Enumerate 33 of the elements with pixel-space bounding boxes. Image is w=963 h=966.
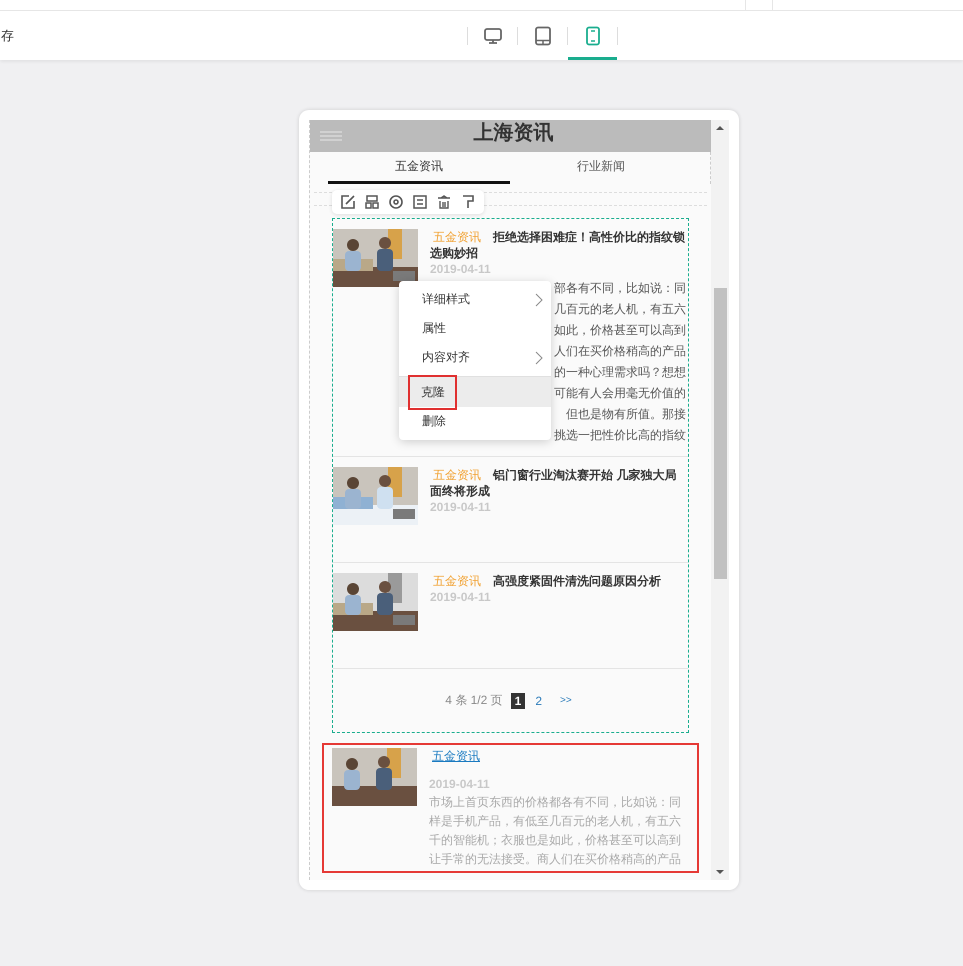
category-link[interactable]: 五金资讯 [432, 748, 687, 765]
menu-item[interactable]: 克隆 [399, 376, 551, 407]
chevron-right-icon [535, 350, 543, 364]
menu-item[interactable]: 属性 [399, 314, 551, 343]
news-title[interactable]: 五金资讯 铝门窗行业淘汰赛开始 几家独大局面终将形成 [430, 467, 686, 499]
news-excerpt: 部各有不同，比如说：同 几百元的老人机，有五六 如此，价格甚至可以高到 人们在买价格稍高的产品 的一种心理需求吗？想想 可能有人会用毫无价值的 但也是物有所值。那接 挑选一把性价比高的指纹 [554, 280, 686, 444]
news-excerpt: 市场上首页东西的价格都各有不同，比如说：同 样是手机产品，有低至几百元的老人机，有五六 千的智能机；衣服也是如此，价格甚至可以高到 让手常的无法接受。商人们在买价格稍高的产品 [429, 794, 682, 868]
menu-item[interactable]: 详细样式 [399, 285, 551, 314]
news-title[interactable]: 五金资讯 拒绝选择困难症！高性价比的指纹锁选购妙招 [430, 229, 686, 261]
chevron-right-icon [535, 292, 543, 306]
page-summary: 4 条 1/2 页 [445, 692, 503, 709]
tablet-icon [532, 26, 552, 46]
page-link[interactable]: 2 [531, 692, 546, 708]
edit-icon[interactable] [340, 194, 356, 210]
site-title: 上海资讯 [474, 120, 554, 146]
settings-icon[interactable] [388, 194, 404, 210]
news-title[interactable]: 五金资讯 高强度紧固件清洗问题原因分析 [430, 573, 686, 589]
monitor-icon [482, 26, 502, 46]
category-tab[interactable]: 行业新闻 [510, 152, 692, 184]
page-link[interactable]: 1 [510, 692, 526, 708]
scrollbar-thumb[interactable] [714, 288, 726, 579]
scroll-up-icon[interactable] [716, 125, 724, 131]
category-tab[interactable]: 五金资讯 [328, 152, 510, 184]
layout-icon[interactable] [364, 194, 380, 210]
menu-item[interactable]: 内容对齐 [399, 343, 551, 372]
menu-item[interactable]: 删除 [399, 407, 551, 436]
format-painter-icon[interactable] [460, 194, 476, 210]
list-icon[interactable] [412, 194, 428, 210]
save-label[interactable]: 存 [1, 26, 14, 44]
next-page-link[interactable]: >> [556, 694, 576, 707]
delete-icon[interactable] [436, 194, 452, 210]
scroll-down-icon[interactable] [716, 869, 724, 875]
scrollbar[interactable] [711, 120, 729, 880]
